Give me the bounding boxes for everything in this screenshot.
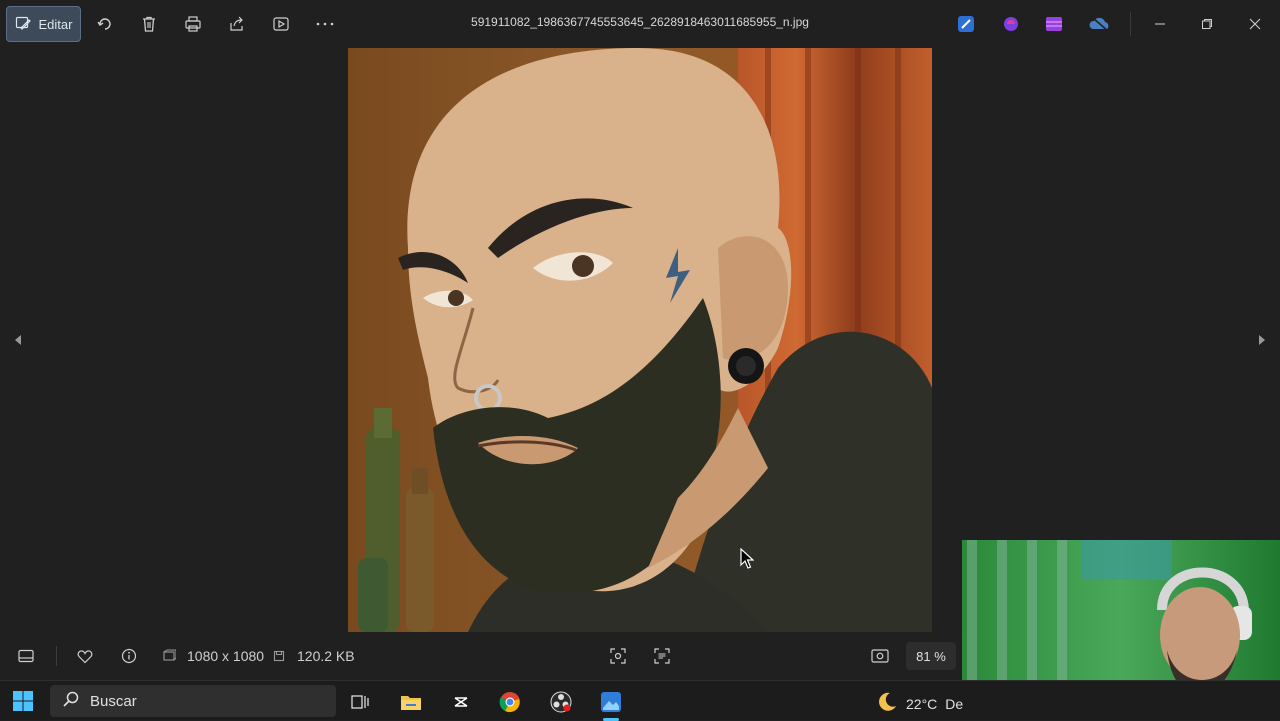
text-scan-icon[interactable]: [650, 644, 674, 668]
previous-image-icon[interactable]: [4, 325, 32, 355]
delete-icon[interactable]: [137, 12, 161, 36]
more-options-icon[interactable]: [313, 12, 337, 36]
onedrive-icon[interactable]: [1089, 14, 1111, 34]
file-explorer-icon[interactable]: [398, 689, 424, 715]
video-editor-app-icon[interactable]: [1044, 14, 1064, 34]
zoom-level[interactable]: 81 %: [906, 642, 956, 670]
minimize-icon[interactable]: [1148, 12, 1172, 36]
file-size-icon: [267, 644, 291, 668]
slideshow-icon[interactable]: [269, 12, 293, 36]
edit-button[interactable]: Editar: [6, 6, 81, 42]
restore-icon[interactable]: [1195, 12, 1219, 36]
filmstrip-icon[interactable]: [14, 644, 38, 668]
edit-label: Editar: [38, 16, 73, 32]
status-separator: [56, 646, 57, 666]
image-dimensions: 1080 x 1080: [187, 648, 265, 664]
share-icon[interactable]: [225, 12, 249, 36]
displayed-image: [348, 48, 932, 632]
weather-widget[interactable]: 22°C De: [876, 691, 963, 716]
mouse-cursor-icon: [740, 547, 755, 575]
dimensions-icon: [157, 644, 181, 668]
file-info-icon[interactable]: [117, 644, 141, 668]
visual-search-icon[interactable]: [606, 644, 630, 668]
taskbar-search[interactable]: Buscar: [50, 685, 336, 717]
weather-text: De: [945, 695, 964, 712]
search-icon: [62, 690, 80, 712]
taskbar: Buscar 22°C De: [0, 680, 1280, 721]
clipchamp-app-icon[interactable]: [1001, 14, 1021, 34]
favorite-heart-icon[interactable]: [73, 644, 97, 668]
photos-app-icon[interactable]: [598, 689, 624, 715]
task-view-icon[interactable]: [347, 689, 373, 715]
edit-image-icon: [15, 15, 31, 34]
title-bar: Editar 591911082_1986367745553645_262891…: [0, 0, 1280, 48]
fit-to-window-icon[interactable]: [868, 644, 892, 668]
moon-icon: [876, 691, 898, 716]
file-name-title: 591911082_1986367745553645_2628918463011…: [471, 15, 809, 29]
print-icon[interactable]: [181, 12, 205, 36]
title-separator: [1130, 12, 1131, 36]
obs-studio-icon[interactable]: [548, 689, 574, 715]
file-size: 120.2 KB: [297, 648, 355, 664]
chrome-icon[interactable]: [497, 689, 523, 715]
capcut-icon[interactable]: [448, 689, 474, 715]
search-label: Buscar: [90, 692, 137, 710]
windows-start-icon[interactable]: [12, 690, 34, 712]
close-icon[interactable]: [1243, 12, 1267, 36]
designer-app-icon[interactable]: [956, 14, 976, 34]
temperature: 22°C: [906, 695, 938, 712]
rotate-icon[interactable]: [93, 12, 117, 36]
next-image-icon[interactable]: [1248, 325, 1276, 355]
